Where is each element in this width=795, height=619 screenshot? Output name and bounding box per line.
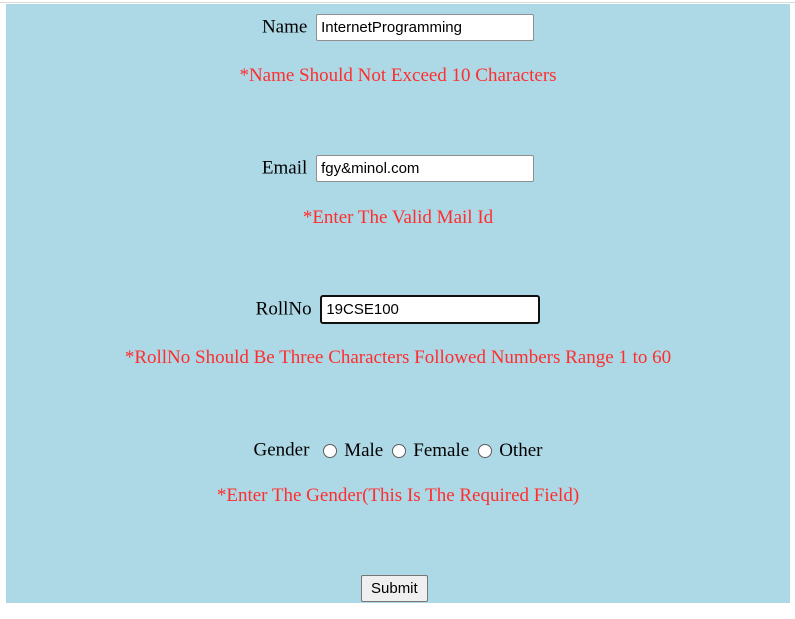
- name-label: Name: [261, 16, 308, 38]
- name-row: Name: [6, 14, 790, 41]
- gender-row: Gender Male Female Other: [6, 439, 790, 462]
- rollno-label: RollNo: [255, 298, 312, 320]
- rollno-input[interactable]: [320, 295, 541, 324]
- gender-male-radio[interactable]: [323, 443, 338, 458]
- name-input[interactable]: [316, 14, 535, 41]
- rollno-row: RollNo: [6, 295, 790, 324]
- gender-error: *Enter The Gender(This Is The Required F…: [216, 485, 580, 506]
- gender-other-radio[interactable]: [478, 443, 493, 458]
- name-error: *Name Should Not Exceed 10 Characters: [239, 65, 557, 86]
- submit-button[interactable]: Submit: [361, 575, 428, 602]
- gender-female-label: Female: [413, 439, 470, 461]
- rollno-error: *RollNo Should Be Three Characters Follo…: [124, 347, 672, 368]
- email-label: Email: [261, 157, 308, 179]
- gender-radio-group: Male Female Other: [314, 440, 542, 462]
- gender-other-label: Other: [499, 439, 543, 461]
- email-input[interactable]: [316, 155, 535, 182]
- gender-label: Gender: [253, 439, 310, 461]
- gender-male-label: Male: [344, 439, 384, 461]
- top-divider: [0, 2, 795, 3]
- form-panel: Name *Name Should Not Exceed 10 Characte…: [6, 4, 790, 603]
- email-error: *Enter The Valid Mail Id: [302, 207, 494, 228]
- email-row: Email: [6, 155, 790, 182]
- gender-female-radio[interactable]: [392, 443, 407, 458]
